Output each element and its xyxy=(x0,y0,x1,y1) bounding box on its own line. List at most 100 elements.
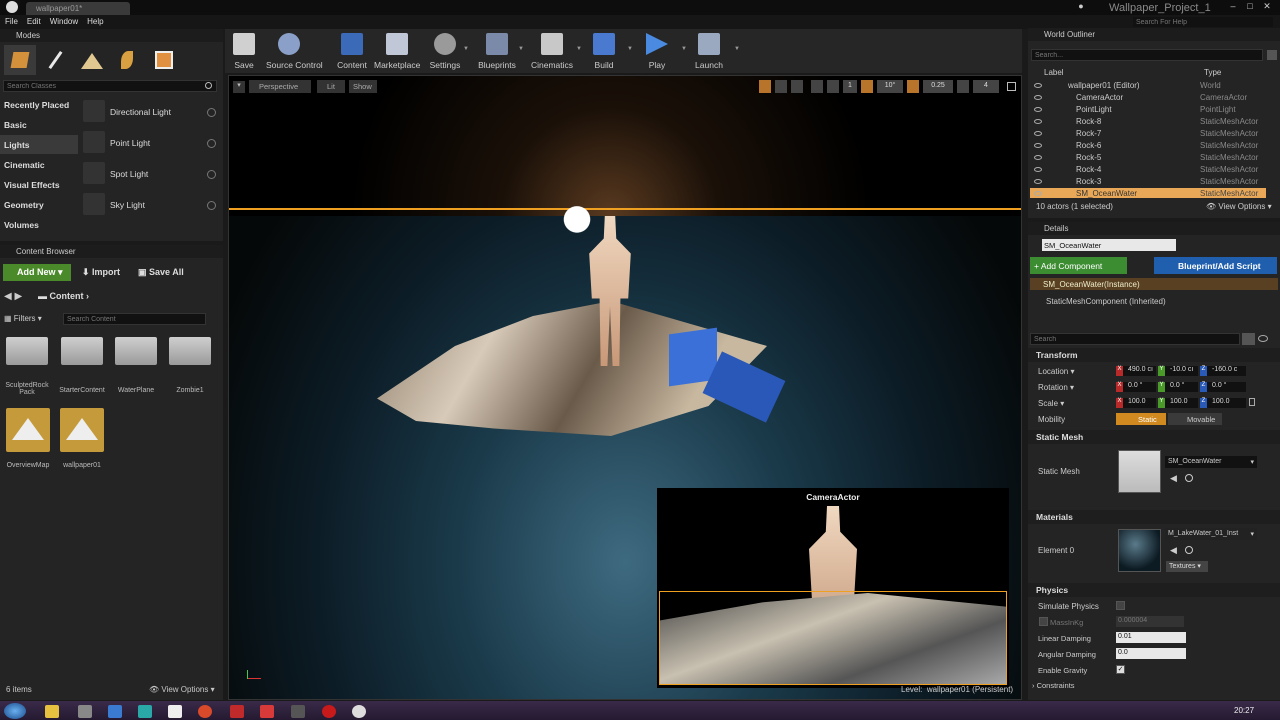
outliner-row-selected[interactable]: SM_OceanWater StaticMeshActor xyxy=(1030,188,1266,198)
rotation-snap-icon[interactable] xyxy=(861,80,873,93)
folder-taskbar-icon[interactable] xyxy=(45,705,59,718)
mass-checkbox[interactable] xyxy=(1039,617,1048,626)
transform-section[interactable]: Transform xyxy=(1028,348,1280,362)
save-all-button[interactable]: ▣ Save All xyxy=(138,267,184,278)
help-icon[interactable] xyxy=(207,108,216,117)
perspective-button[interactable]: Perspective xyxy=(249,80,311,93)
import-button[interactable]: ⬇ Import xyxy=(82,267,120,278)
category-lights[interactable]: Lights xyxy=(0,135,78,154)
source-control-button[interactable]: Source Control xyxy=(266,32,323,72)
blueprint-add-script-button[interactable]: Blueprint/Add Script xyxy=(1154,257,1277,274)
help-icon[interactable] xyxy=(207,170,216,179)
mobility-movable-button[interactable]: Movable xyxy=(1168,413,1222,425)
rotation-snap-value[interactable]: 10° xyxy=(877,80,903,93)
property-matrix-icon[interactable] xyxy=(1242,333,1255,345)
static-mesh-thumbnail[interactable] xyxy=(1118,450,1161,493)
outliner-view-options[interactable]: 👁 View Options ▾ xyxy=(1206,202,1272,211)
viewport-menu-button[interactable]: ▾ xyxy=(233,81,245,93)
column-header-type[interactable]: Type xyxy=(1204,68,1221,77)
search-content-input[interactable] xyxy=(63,313,206,325)
rotate-tool-icon[interactable] xyxy=(775,80,787,93)
enable-gravity-checkbox[interactable]: ✓ xyxy=(1116,665,1125,674)
outliner-settings-icon[interactable] xyxy=(1267,50,1277,60)
outliner-row[interactable]: PointLight PointLight xyxy=(1030,104,1266,116)
angular-damping-field[interactable]: 0.0 xyxy=(1116,648,1186,659)
material-thumbnail[interactable] xyxy=(1118,529,1161,572)
scale-snap-icon[interactable] xyxy=(907,80,919,93)
category-recently-placed[interactable]: Recently Placed xyxy=(0,95,78,114)
scale-snap-value[interactable]: 0.25 xyxy=(923,80,953,93)
outliner-row[interactable]: Rock-4 StaticMeshActor xyxy=(1030,164,1266,176)
filters-button[interactable]: ▦ Filters ▾ xyxy=(4,314,42,323)
play-button[interactable]: Play xyxy=(634,32,680,72)
content-button[interactable]: Content xyxy=(329,32,375,72)
folder-icon[interactable] xyxy=(115,337,157,365)
directional-light-item[interactable]: Directional Light xyxy=(80,97,220,127)
visibility-eye-icon[interactable] xyxy=(1034,155,1042,160)
static-mesh-dropdown[interactable]: SM_OceanWater ▾ xyxy=(1165,456,1257,468)
help-search-input[interactable] xyxy=(1133,17,1273,27)
visibility-eye-icon[interactable] xyxy=(1034,143,1042,148)
app-taskbar-icon[interactable] xyxy=(138,705,152,718)
eye-filter-icon[interactable] xyxy=(1258,335,1268,342)
physics-section[interactable]: Physics xyxy=(1028,583,1280,597)
outliner-row[interactable]: wallpaper01 (Editor) World xyxy=(1030,80,1266,92)
visibility-eye-icon[interactable] xyxy=(1034,131,1042,136)
landscape-mode-icon[interactable] xyxy=(76,45,108,75)
close-button[interactable]: ✕ xyxy=(1260,1,1274,13)
grid-snap-icon[interactable] xyxy=(827,80,839,93)
sky-light-item[interactable]: Sky Light xyxy=(80,190,220,220)
use-selected-arrow-icon[interactable]: ◀ xyxy=(1170,473,1177,484)
launch-button[interactable]: Launch xyxy=(686,32,732,72)
outliner-row[interactable]: Rock-8 StaticMeshActor xyxy=(1030,116,1266,128)
scale-z-field[interactable]: Z 100.0 xyxy=(1200,398,1246,408)
lock-icon[interactable] xyxy=(1249,398,1255,406)
app-taskbar-icon[interactable] xyxy=(291,705,305,718)
grid-snap-value[interactable]: 1 xyxy=(843,80,857,93)
map-asset-thumbnail[interactable] xyxy=(6,408,50,452)
app-taskbar-icon[interactable] xyxy=(108,705,122,718)
browse-search-icon[interactable] xyxy=(1185,546,1193,554)
help-icon[interactable] xyxy=(207,139,216,148)
folder-icon[interactable] xyxy=(6,337,48,365)
location-y-field[interactable]: Y -10.0 cı xyxy=(1158,366,1198,376)
back-arrow-icon[interactable]: ◀ ▶ xyxy=(4,291,22,302)
visibility-eye-icon[interactable] xyxy=(1034,95,1042,100)
point-light-item[interactable]: Point Light xyxy=(80,128,220,158)
build-button[interactable]: Build xyxy=(581,32,627,72)
actor-name-field[interactable] xyxy=(1042,239,1176,251)
point-light-icon[interactable] xyxy=(562,204,592,248)
start-button[interactable] xyxy=(4,703,26,719)
folder-icon[interactable] xyxy=(169,337,211,365)
mobility-static-button[interactable]: Static xyxy=(1116,413,1166,425)
spot-light-item[interactable]: Spot Light xyxy=(80,159,220,189)
app-taskbar-icon[interactable] xyxy=(230,705,244,718)
save-button[interactable]: Save xyxy=(221,32,267,72)
outliner-row[interactable]: Rock-7 StaticMeshActor xyxy=(1030,128,1266,140)
folder-icon[interactable] xyxy=(61,337,103,365)
visibility-eye-icon[interactable] xyxy=(1034,119,1042,124)
outliner-row[interactable]: Rock-3 StaticMeshActor xyxy=(1030,176,1266,188)
show-button[interactable]: Show xyxy=(349,80,377,93)
maximize-viewport-icon[interactable] xyxy=(1007,82,1016,91)
blueprints-button[interactable]: Blueprints xyxy=(474,32,520,72)
browse-search-icon[interactable] xyxy=(1185,474,1193,482)
notification-icon[interactable]: ● xyxy=(1074,1,1088,13)
menu-file[interactable]: File xyxy=(0,15,22,26)
material-dropdown[interactable]: M_LakeWater_01_Inst ▾ xyxy=(1165,528,1257,540)
location-x-field[interactable]: X 490.0 cı xyxy=(1116,366,1156,376)
column-header-label[interactable]: Label xyxy=(1044,68,1064,77)
search-classes-input[interactable] xyxy=(3,80,217,92)
menu-edit[interactable]: Edit xyxy=(22,15,45,26)
mass-field[interactable]: 0.000004 xyxy=(1116,616,1184,627)
menu-help[interactable]: Help xyxy=(82,15,107,26)
linear-damping-field[interactable]: 0.01 xyxy=(1116,632,1186,643)
static-mesh-section[interactable]: Static Mesh xyxy=(1028,430,1280,444)
chevron-down-icon[interactable]: ▼ xyxy=(627,46,633,52)
textures-dropdown[interactable]: Textures ▾ xyxy=(1166,561,1208,572)
details-search-input[interactable] xyxy=(1030,333,1240,345)
maximize-button[interactable]: □ xyxy=(1243,1,1257,13)
add-component-button[interactable]: + Add Component xyxy=(1030,257,1127,274)
geometry-mode-icon[interactable] xyxy=(148,45,180,75)
settings-button[interactable]: Settings xyxy=(422,32,468,72)
